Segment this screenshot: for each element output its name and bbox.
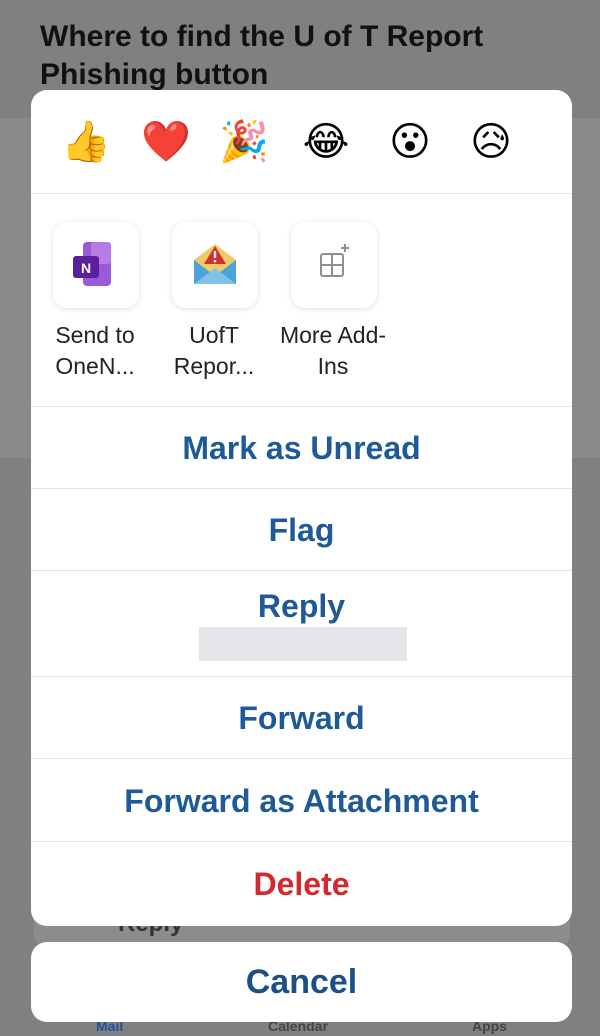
delete-button[interactable]: Delete — [31, 843, 572, 925]
more-addins-icon — [320, 244, 349, 277]
report-phishing-tile[interactable] — [172, 222, 258, 308]
heart-icon[interactable]: ❤️ — [141, 118, 191, 166]
more-addins-tile[interactable] — [291, 222, 377, 308]
reply-label: Reply — [257, 588, 346, 624]
onenote-icon: N — [73, 242, 111, 286]
addins-row: N Send to OneN... UofT Repor... More Add… — [31, 194, 572, 407]
mark-unread-button[interactable]: Mark as Unread — [31, 407, 572, 489]
party-popper-icon[interactable]: 🎉 — [219, 118, 269, 166]
addin-uoft-report-phishing[interactable]: UofT Repor... — [164, 222, 264, 392]
reaction-bar: 👍 ❤️ 🎉 😂 😮 😥 — [31, 90, 572, 194]
cancel-button[interactable]: Cancel — [31, 942, 572, 1022]
action-sheet: 👍 ❤️ 🎉 😂 😮 😥 N Send to OneN... UofT Repo… — [31, 90, 572, 926]
email-title: Where to find the U of T Report Phishing… — [40, 20, 484, 91]
forward-button[interactable]: Forward — [31, 677, 572, 759]
sad-icon[interactable]: 😥 — [467, 118, 515, 166]
svg-text:N: N — [81, 260, 91, 276]
surprised-icon[interactable]: 😮 — [386, 118, 434, 166]
forward-as-attachment-button[interactable]: Forward as Attachment — [31, 760, 572, 842]
addin-send-to-onenote[interactable]: N Send to OneN... — [45, 222, 145, 392]
redacted-subtitle — [199, 627, 407, 661]
addin-label: Send to OneN... — [55, 322, 135, 379]
thumbs-up-icon[interactable]: 👍 — [61, 118, 111, 166]
report-phishing-icon — [194, 244, 236, 284]
onenote-tile[interactable]: N — [53, 222, 139, 308]
laughing-icon[interactable]: 😂 — [302, 118, 350, 166]
reply-button[interactable]: Reply — [31, 571, 572, 677]
addin-more-addins[interactable]: More Add-Ins — [280, 222, 386, 392]
flag-button[interactable]: Flag — [31, 489, 572, 571]
addin-label: UofT Repor... — [173, 322, 255, 379]
addin-label: More Add-Ins — [279, 322, 387, 379]
